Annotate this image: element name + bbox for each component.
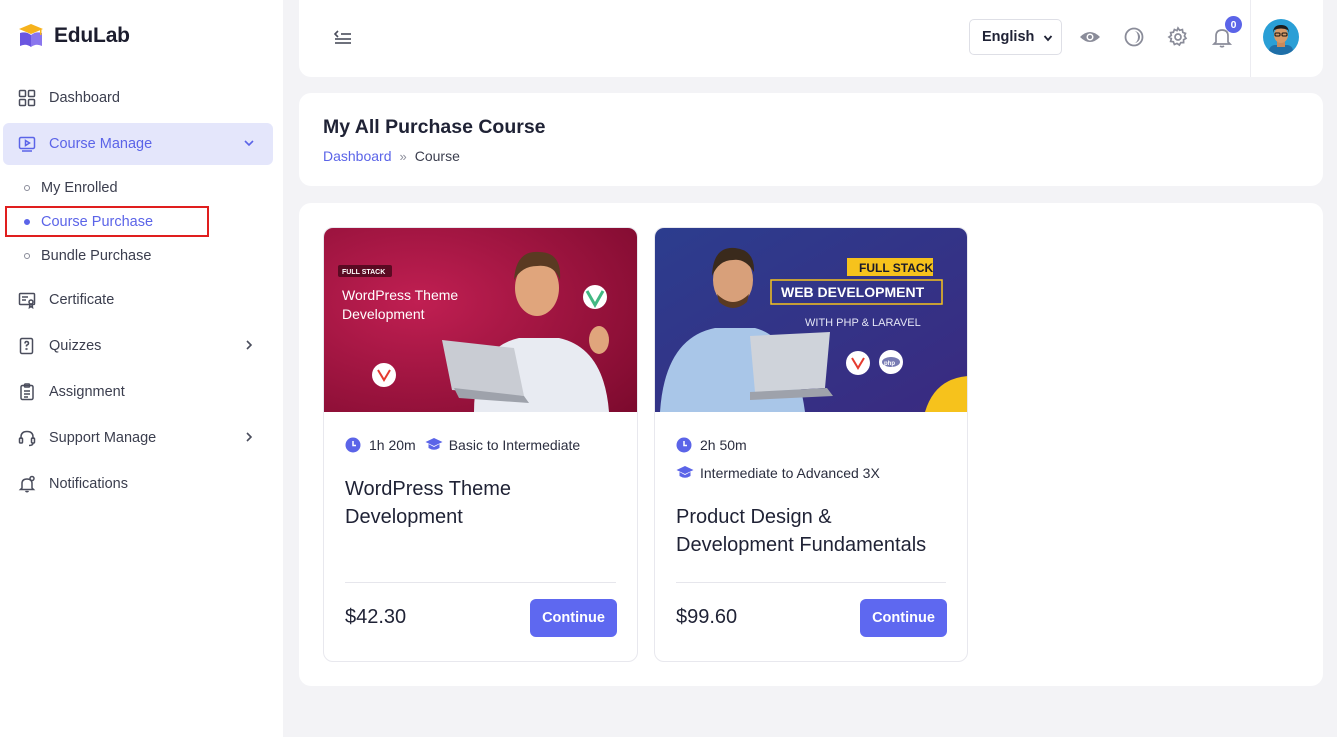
divider [1250,0,1251,77]
sidebar-subitem-bundle-purchase[interactable]: Bundle Purchase [24,244,151,268]
avatar[interactable] [1263,19,1299,55]
sidebar-item-assignment[interactable]: Assignment [3,371,273,413]
sidebar-item-course-manage[interactable]: Course Manage [3,123,273,165]
notification-count-badge: 0 [1225,16,1242,33]
breadcrumb-separator: » [399,148,407,164]
course-meta: 1h 20m Basic to Intermediate [345,437,580,453]
headset-icon [17,428,37,448]
graduation-cap-icon [676,466,694,478]
course-list-card: FULL STACK WordPress Theme Development 1… [299,203,1323,686]
chevron-right-icon [243,339,255,351]
chevron-down-icon [243,137,255,149]
course-title[interactable]: Product Design & Development Fundamental… [676,503,951,559]
logo[interactable]: EduLab [16,22,130,50]
course-meta-duration: 2h 50m [676,437,747,453]
sidebar-item-quizzes[interactable]: Quizzes [3,325,273,367]
course-price: $99.60 [676,606,738,628]
course-meta-level: Intermediate to Advanced 3X [676,465,880,481]
thumb-title-line2: Development [342,306,425,322]
page-header-card: My All Purchase Course Dashboard » Cours… [299,93,1323,186]
chevron-right-icon [243,431,255,443]
thumb-tag: FULL STACK [342,269,385,276]
bullet-icon [24,185,30,191]
sidebar-item-dashboard[interactable]: Dashboard [3,77,273,119]
course-level: Intermediate to Advanced 3X [700,465,880,481]
sidebar-item-label: Notifications [49,476,128,492]
logo-icon [19,24,43,47]
clipboard-icon [17,382,37,402]
continue-button[interactable]: Continue [860,599,947,637]
course-duration: 1h 20m [369,437,416,453]
selection-highlight [5,206,209,237]
sidebar-item-certificate[interactable]: Certificate [3,279,273,321]
grid-icon [17,88,37,108]
breadcrumb-home-link[interactable]: Dashboard [323,148,392,164]
thumb-title-line1: WEB DEVELOPMENT [781,284,925,300]
sidebar-item-label: Certificate [49,292,115,308]
sidebar: EduLab Dashboard Course Manage My Enroll… [0,0,283,737]
breadcrumb: Dashboard » Course [323,148,460,164]
page-title: My All Purchase Course [323,116,546,138]
graduation-cap-icon [425,438,443,450]
breadcrumb-current: Course [414,148,460,164]
thumb-title-line1: WordPress Theme [342,287,458,303]
eye-icon[interactable] [1079,26,1101,48]
course-title[interactable]: WordPress Theme Development [345,475,620,531]
sidebar-item-label: Dashboard [49,90,120,106]
sidebar-collapse-icon[interactable] [333,27,353,47]
continue-button[interactable]: Continue [530,599,617,637]
course-card: FULL STACK WordPress Theme Development 1… [323,227,638,662]
video-icon [17,134,37,154]
subitem-label: My Enrolled [41,180,118,196]
sidebar-item-support-manage[interactable]: Support Manage [3,417,273,459]
course-card: FULL STACK WEB DEVELOPMENT WITH PHP & LA… [654,227,968,662]
theme-toggle-icon[interactable] [1123,26,1145,48]
sidebar-subitem-my-enrolled[interactable]: My Enrolled [24,176,118,200]
language-select[interactable]: English [969,19,1062,55]
course-level: Basic to Intermediate [448,437,581,453]
thumb-tag: FULL STACK [859,261,934,275]
sidebar-item-label: Support Manage [49,430,157,446]
course-price: $42.30 [345,606,407,628]
sidebar-item-label: Quizzes [49,338,102,354]
clock-icon [345,437,361,453]
course-thumbnail[interactable]: FULL STACK WordPress Theme Development [324,228,637,412]
sidebar-item-notifications[interactable]: Notifications [3,463,273,505]
thumb-title-line2: WITH PHP & LARAVEL [805,317,921,329]
bullet-icon [24,253,30,259]
clock-icon [676,437,692,453]
gear-icon[interactable] [1167,26,1189,48]
language-value: English [982,29,1035,45]
certificate-icon [17,290,37,310]
sidebar-item-label: Course Manage [49,136,153,152]
top-bar: English 0 [299,0,1323,77]
sidebar-item-label: Assignment [49,384,125,400]
course-thumbnail[interactable]: FULL STACK WEB DEVELOPMENT WITH PHP & LA… [655,228,967,412]
thumb-php-logo-text: php [884,361,895,367]
bell-icon [17,474,37,494]
app-name: EduLab [54,24,130,47]
chevron-down-icon [1043,35,1053,42]
divider [676,582,946,583]
divider [345,582,616,583]
quiz-icon [17,336,37,356]
subitem-label: Bundle Purchase [41,248,152,264]
course-duration: 2h 50m [700,437,747,453]
